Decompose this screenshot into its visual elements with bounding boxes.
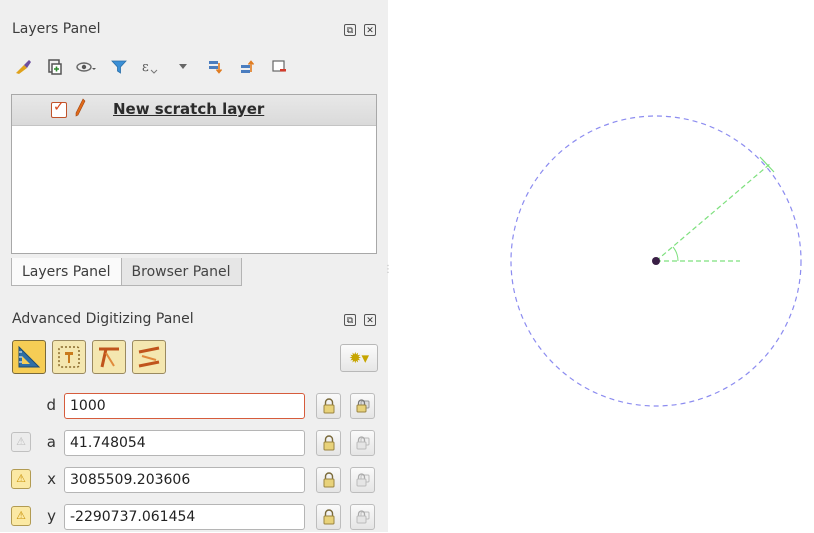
x-label: x bbox=[47, 470, 56, 488]
distance-label: d bbox=[46, 396, 56, 414]
perpendicular-button[interactable] bbox=[92, 340, 126, 374]
angle-guide-line bbox=[655, 162, 772, 262]
collapse-all-icon[interactable] bbox=[236, 56, 258, 78]
x-repeat-lock-button[interactable] bbox=[350, 467, 375, 493]
parallel-icon bbox=[138, 346, 160, 368]
y-label: y bbox=[47, 507, 56, 525]
close-dock-icon[interactable]: ✕ bbox=[364, 24, 376, 36]
angle-lock-button[interactable] bbox=[316, 430, 341, 456]
repeating-lock-icon bbox=[356, 510, 369, 524]
vertex-point[interactable] bbox=[652, 257, 660, 265]
manage-visibility-icon[interactable] bbox=[76, 56, 98, 78]
gear-dropdown-icon: ✹▾ bbox=[348, 349, 370, 367]
style-manager-icon[interactable] bbox=[12, 56, 34, 78]
lock-icon bbox=[323, 398, 334, 414]
x-input[interactable] bbox=[64, 467, 305, 493]
layers-toolbar: ε bbox=[12, 56, 290, 78]
layer-name: New scratch layer bbox=[113, 100, 265, 118]
dock-splitter-handle[interactable]: ⋮ bbox=[383, 264, 393, 278]
layers-panel-title: Layers Panel bbox=[12, 21, 101, 37]
float-dock-icon[interactable]: ⧉ bbox=[344, 24, 356, 36]
layer-row-scratch[interactable]: New scratch layer bbox=[12, 95, 376, 126]
tab-browser-panel[interactable]: Browser Panel bbox=[121, 258, 242, 286]
svg-text:ε: ε bbox=[142, 60, 149, 75]
construction-mode-icon bbox=[58, 346, 80, 368]
angle-input[interactable] bbox=[64, 430, 305, 456]
distance-row: d bbox=[0, 392, 388, 422]
editing-pencil-icon bbox=[75, 98, 86, 117]
triangle-warning-icon: ⚠ bbox=[16, 472, 26, 485]
advanced-digitizing-panel-title: Advanced Digitizing Panel bbox=[12, 311, 194, 327]
angle-tick-mark bbox=[759, 156, 775, 173]
layers-panel-dock-buttons: ⧉ ✕ bbox=[344, 24, 376, 36]
y-lock-button[interactable] bbox=[316, 504, 341, 530]
parallel-button[interactable] bbox=[132, 340, 166, 374]
enable-advanced-digitizing-button[interactable] bbox=[12, 340, 46, 374]
lock-icon bbox=[323, 509, 334, 525]
filter-legend-icon[interactable] bbox=[108, 56, 130, 78]
layer-visibility-checkbox[interactable] bbox=[51, 99, 67, 118]
y-repeat-lock-button[interactable] bbox=[350, 504, 375, 530]
triangle-warning-icon: ⚠ bbox=[16, 435, 26, 448]
add-group-icon[interactable] bbox=[44, 56, 66, 78]
lock-icon bbox=[323, 472, 334, 488]
repeating-lock-icon bbox=[356, 473, 369, 487]
y-input[interactable] bbox=[64, 504, 305, 530]
float-dock-icon[interactable]: ⧉ bbox=[344, 314, 356, 326]
angle-label: a bbox=[46, 433, 56, 451]
left-dock-area: Layers Panel ⧉ ✕ ε ✓ New scratch layer L… bbox=[0, 0, 393, 533]
filter-expression-icon[interactable]: ε bbox=[140, 56, 162, 78]
angle-row: ⚠ a bbox=[0, 429, 388, 459]
advanced-digitizing-tools bbox=[12, 340, 166, 374]
distance-lock-button[interactable] bbox=[316, 393, 341, 419]
angle-arc bbox=[672, 246, 679, 262]
repeating-lock-icon bbox=[356, 436, 369, 450]
map-canvas[interactable] bbox=[388, 0, 814, 532]
tab-layers-panel[interactable]: Layers Panel bbox=[11, 258, 122, 286]
x-row: ⚠ x bbox=[0, 466, 388, 496]
enable-advanced-digitizing-icon bbox=[18, 345, 41, 368]
perpendicular-icon bbox=[99, 347, 119, 368]
dock-tabs: Layers Panel Browser Panel bbox=[11, 258, 242, 286]
remove-layer-icon[interactable] bbox=[268, 56, 290, 78]
x-relative-button[interactable]: ⚠ bbox=[11, 469, 31, 489]
distance-repeat-lock-button[interactable] bbox=[350, 393, 375, 419]
y-relative-button[interactable]: ⚠ bbox=[11, 506, 31, 526]
cad-settings-button[interactable]: ✹▾ bbox=[340, 344, 378, 372]
triangle-warning-icon: ⚠ bbox=[16, 509, 26, 522]
angle-repeat-lock-button[interactable] bbox=[350, 430, 375, 456]
x-lock-button[interactable] bbox=[316, 467, 341, 493]
adv-panel-dock-buttons: ⧉ ✕ bbox=[344, 314, 376, 326]
close-dock-icon[interactable]: ✕ bbox=[364, 314, 376, 326]
y-row: ⚠ y bbox=[0, 503, 388, 533]
angle-relative-button[interactable]: ⚠ bbox=[11, 432, 31, 452]
construction-mode-button[interactable] bbox=[52, 340, 86, 374]
expand-all-icon[interactable] bbox=[204, 56, 226, 78]
lock-icon bbox=[323, 435, 334, 451]
dropdown-icon[interactable] bbox=[172, 56, 194, 78]
distance-input[interactable] bbox=[64, 393, 305, 419]
layer-tree[interactable]: New scratch layer bbox=[11, 94, 377, 254]
repeating-lock-icon bbox=[356, 399, 369, 413]
